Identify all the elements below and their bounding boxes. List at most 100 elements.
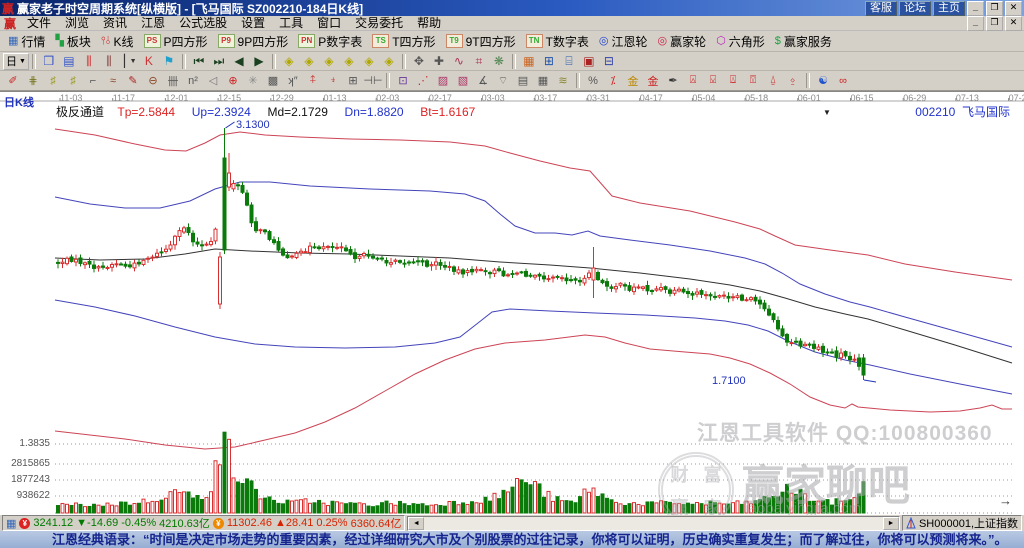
shade-box-icon[interactable]: ▩ [263, 71, 283, 90]
toolbar-button-p-square[interactable]: PS P四方形 [139, 31, 213, 52]
crosshair-tool-icon[interactable]: ✚ [429, 52, 449, 71]
current-index-panel[interactable]: SH000001,上证指数 [901, 515, 1022, 531]
fall-line-icon[interactable]: ⍔ [743, 71, 763, 90]
toolbar-button-gann-wheel[interactable]: ◎ 江恩轮 [594, 31, 653, 52]
minimize-button[interactable]: _ [967, 0, 984, 16]
yinyang-icon[interactable]: ☯ [813, 71, 833, 90]
circle-slash-icon[interactable]: ⊖ [143, 71, 163, 90]
close-button[interactable]: ✕ [1005, 0, 1022, 16]
lined-box-icon[interactable]: ▤ [513, 71, 533, 90]
menu-item-stock-picker[interactable]: 公式选股 [172, 16, 234, 31]
prev-bar-icon[interactable]: ◀ [229, 52, 249, 71]
waves-icon[interactable]: ≋ [553, 71, 573, 90]
toolbar-button-winner-service[interactable]: $ 赢家服务 [770, 31, 837, 52]
pointer-pen-icon[interactable]: ✎ [123, 71, 143, 90]
kk-icon[interactable]: ʞ″ [283, 71, 303, 90]
kline-chart-icon[interactable]: ⫼ [79, 52, 99, 71]
infinity-icon[interactable]: ∞ [833, 71, 853, 90]
save-icon[interactable]: ▣ [579, 52, 599, 71]
calculator-icon[interactable]: ⊞ [539, 52, 559, 71]
menu-item-settings[interactable]: 设置 [234, 16, 272, 31]
diamond-tool-6-icon[interactable]: ◈ [379, 52, 399, 71]
menu-item-gann[interactable]: 江恩 [134, 16, 172, 31]
grid-3-icon[interactable]: ⋕ [23, 71, 43, 90]
toolbar-button-t-square[interactable]: TS T四方形 [367, 31, 440, 52]
angle-tool-icon[interactable]: ∡ [473, 71, 493, 90]
wave-tool-icon[interactable]: ≈ [103, 71, 123, 90]
next-bar-icon[interactable]: ▶ [249, 52, 269, 71]
gold-line2-icon[interactable]: 金 [643, 71, 663, 90]
indicator-window-icon[interactable]: K [139, 52, 159, 71]
candle-style-dropdown[interactable]: ⎮ ▼ [119, 52, 139, 71]
percent-icon[interactable]: % [583, 71, 603, 90]
gold-box2-icon[interactable]: ⍌ [703, 71, 723, 90]
toolbar-button-nine-p-square[interactable]: P9 9P四方形 [213, 31, 294, 52]
truck-icon[interactable]: ⊟ [599, 52, 619, 71]
steps-icon[interactable]: ⍙ [763, 71, 783, 90]
star-burst-icon[interactable]: ✳ [243, 71, 263, 90]
info-panel-icon[interactable]: ▤ [59, 52, 79, 71]
diamond-tool-5-icon[interactable]: ◈ [359, 52, 379, 71]
gann-grid-icon[interactable]: ♯ [43, 71, 63, 90]
window-grid-icon[interactable]: ⊞ [343, 71, 363, 90]
titlebar-link-support[interactable]: 客服 [865, 0, 897, 16]
menu-item-trade[interactable]: 交易委托 [348, 16, 410, 31]
menu-item-tools[interactable]: 工具 [272, 16, 310, 31]
child-minimize-button[interactable]: _ [967, 15, 984, 31]
toolbar-button-winner-wheel[interactable]: ◎ 赢家轮 [653, 31, 712, 52]
menu-item-browse[interactable]: 浏览 [58, 16, 96, 31]
hand-tool-icon[interactable]: ✥ [409, 52, 429, 71]
hatch-box2-icon[interactable]: ▧ [453, 71, 473, 90]
child-close-button[interactable]: ✕ [1005, 15, 1022, 31]
menu-item-news[interactable]: 资讯 [96, 16, 134, 31]
menu-item-file[interactable]: 文件 [20, 16, 58, 31]
period-dropdown[interactable]: 日 ▼ [3, 52, 29, 70]
toolbar-button-t-number-table[interactable]: TN T数字表 [521, 31, 594, 52]
diamond-tool-2-icon[interactable]: ◈ [299, 52, 319, 71]
kline-chart2-icon[interactable]: ⫼ [99, 52, 119, 71]
child-restore-button[interactable]: ❐ [986, 15, 1003, 31]
target-icon[interactable]: ⊕ [223, 71, 243, 90]
rays-icon[interactable]: ⋰ [413, 71, 433, 90]
grid-icon[interactable]: ▦ [6, 517, 16, 530]
comb-icon[interactable]: 卌 [163, 71, 183, 90]
n2-icon[interactable]: n² [183, 71, 203, 90]
toolbar-button-sectors[interactable]: ▚ 板块 [50, 31, 95, 52]
titlebar-link-home[interactable]: 主页 [933, 0, 965, 16]
pen-tool-icon[interactable]: ✐ [3, 71, 23, 90]
computer-icon[interactable]: ⌸ [559, 52, 579, 71]
gann-grid2-icon[interactable]: ♯ [63, 71, 83, 90]
restore-button[interactable]: ❐ [986, 0, 1003, 16]
menu-item-help[interactable]: 帮助 [410, 16, 448, 31]
calendar-icon[interactable]: ▦ [519, 52, 539, 71]
kline-chart-area[interactable]: 日K线 11-03 11-17 12-01 12-15 12-29 01-13 02-03 0… [0, 91, 1024, 528]
tile-windows-icon[interactable]: ❒ [39, 52, 59, 71]
ink-icon[interactable]: ✒ [663, 71, 683, 90]
gold-box-icon[interactable]: ⍓ [683, 71, 703, 90]
shell-tool-icon[interactable]: ❋ [489, 52, 509, 71]
gate-icon[interactable]: ⊡ [393, 71, 413, 90]
barrier-icon[interactable]: ⊣⊢ [363, 71, 383, 90]
scrollbar-right-icon[interactable]: ► [882, 516, 899, 530]
arc-tool-icon[interactable]: ⌔ [493, 71, 513, 90]
angle-left-icon[interactable]: ◁ [203, 71, 223, 90]
grid-box-icon[interactable]: ▦ [533, 71, 553, 90]
toolbar-button-quotes[interactable]: ▦ 行情 [3, 31, 50, 52]
toolbar-button-nine-t-square[interactable]: T9 9T四方形 [441, 31, 521, 52]
toolbar-button-p-number-table[interactable]: PN P数字表 [293, 31, 367, 52]
diamond-tool-4-icon[interactable]: ◈ [339, 52, 359, 71]
diamond-tool-3-icon[interactable]: ◈ [319, 52, 339, 71]
last-bar-icon[interactable]: ⏭ [209, 52, 229, 71]
band2-icon[interactable]: ⍖ [323, 71, 343, 90]
gold-line-icon[interactable]: 金 [623, 71, 643, 90]
scroll-right-icon[interactable]: → [999, 493, 1012, 508]
menu-item-window[interactable]: 窗口 [310, 16, 348, 31]
flag-icon[interactable]: ⚑ [159, 52, 179, 71]
first-bar-icon[interactable]: ⏮ [189, 52, 209, 71]
percent-line-icon[interactable]: ⁒ [603, 71, 623, 90]
toolbar-button-hexagon[interactable]: ⬡ 六角形 [711, 31, 770, 52]
hatch-box-icon[interactable]: ▨ [433, 71, 453, 90]
trendline-tool-icon[interactable]: ∿ [449, 52, 469, 71]
fan-up-icon[interactable]: ⌐ [83, 71, 103, 90]
diamond-tool-1-icon[interactable]: ◈ [279, 52, 299, 71]
